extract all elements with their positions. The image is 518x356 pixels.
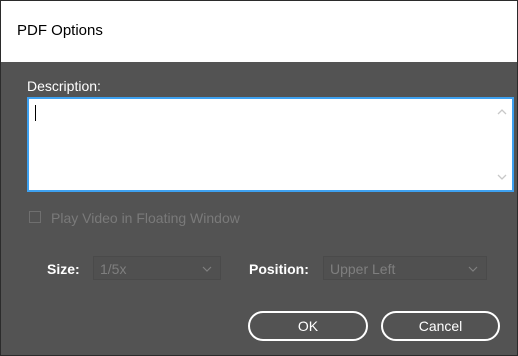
chevron-down-icon[interactable] (496, 171, 508, 183)
floating-window-label: Play Video in Floating Window (51, 210, 240, 226)
title-bar: PDF Options (1, 1, 517, 62)
cancel-button[interactable]: Cancel (381, 311, 500, 341)
description-label: Description: (27, 78, 101, 94)
description-textarea[interactable] (27, 97, 514, 192)
ok-button[interactable]: OK (248, 311, 368, 341)
size-label: Size: (47, 261, 80, 277)
position-label: Position: (249, 261, 309, 277)
pdf-options-dialog: PDF Options Description: Play Video in F… (0, 0, 518, 356)
description-scrollbar[interactable] (492, 99, 512, 190)
chevron-down-icon (468, 266, 478, 272)
chevron-down-icon (202, 266, 212, 272)
chevron-up-icon[interactable] (496, 106, 508, 118)
position-select[interactable]: Upper Left (323, 256, 487, 280)
dialog-title: PDF Options (17, 22, 103, 39)
size-value: 1/5x (100, 261, 127, 277)
size-select[interactable]: 1/5x (93, 256, 221, 280)
position-value: Upper Left (330, 261, 396, 277)
text-caret (35, 105, 36, 121)
floating-window-checkbox[interactable] (29, 211, 41, 223)
